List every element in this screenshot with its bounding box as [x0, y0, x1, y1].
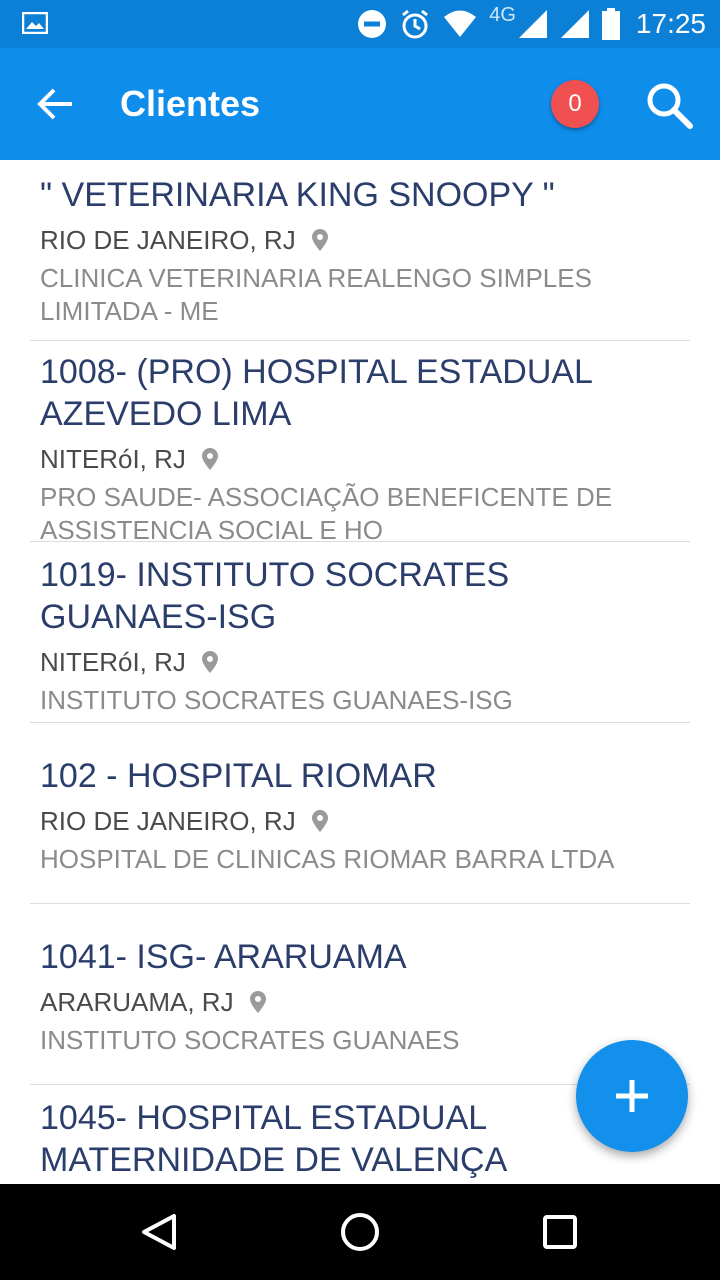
search-icon[interactable] — [644, 80, 696, 132]
client-item[interactable]: 1019- INSTITUTO SOCRATES GUANAES-ISG NIT… — [30, 542, 690, 723]
back-arrow-icon[interactable] — [36, 84, 76, 124]
client-name: " VETERINARIA KING SNOOPY " — [40, 176, 555, 214]
client-city: RIO DE JANEIRO, RJ — [40, 224, 296, 255]
map-pin-icon[interactable] — [311, 810, 328, 832]
signal-icon — [518, 10, 547, 38]
plus-icon — [616, 1080, 648, 1112]
clock: 17:25 — [635, 8, 706, 39]
client-name: 1019- INSTITUTO SOCRATES GUANAES-ISG — [40, 556, 510, 636]
signal-icon — [560, 10, 589, 38]
recents-square-icon[interactable] — [536, 1208, 584, 1256]
map-pin-icon[interactable] — [201, 448, 218, 470]
add-client-button[interactable] — [576, 1040, 688, 1152]
client-company: CLINICA VETERINARIA REALENGO SIMPLES LIM… — [40, 263, 592, 326]
status-bar: 4G 17:25 — [0, 0, 720, 48]
wifi-icon — [444, 10, 477, 37]
client-company: HOSPITAL DE CLINICAS RIOMAR BARRA LTDA — [40, 844, 615, 874]
image-icon — [22, 12, 48, 34]
network-type: 4G — [489, 3, 516, 26]
navigation-bar — [0, 1184, 720, 1280]
client-company: INSTITUTO SOCRATES GUANAES-ISG — [40, 685, 513, 715]
map-pin-icon[interactable] — [201, 651, 218, 673]
client-name: 102 - HOSPITAL RIOMAR — [40, 757, 437, 795]
client-item[interactable]: 1008- (PRO) HOSPITAL ESTADUAL AZEVEDO LI… — [30, 341, 690, 545]
page-title: Clientes — [120, 83, 261, 124]
client-company: PRO SAUDE- ASSOCIAÇÃO BENEFICENTE DE ASS… — [40, 482, 613, 545]
app-bar: Clientes 0 — [0, 48, 720, 160]
client-name: 1041- ISG- ARARUAMA — [40, 938, 407, 976]
notification-badge[interactable]: 0 — [551, 80, 599, 128]
client-item[interactable]: " VETERINARIA KING SNOOPY " RIO DE JANEI… — [30, 160, 690, 341]
client-list[interactable]: " VETERINARIA KING SNOOPY " RIO DE JANEI… — [0, 160, 720, 1184]
client-city: NITERóI, RJ — [40, 443, 186, 474]
do-not-disturb-icon — [358, 10, 387, 38]
back-triangle-icon[interactable] — [136, 1208, 184, 1256]
client-city: RIO DE JANEIRO, RJ — [40, 805, 296, 836]
client-item[interactable]: 102 - HOSPITAL RIOMAR RIO DE JANEIRO, RJ… — [30, 723, 690, 904]
client-city: NITERóI, RJ — [40, 646, 186, 677]
battery-icon — [601, 8, 620, 40]
map-pin-icon[interactable] — [311, 229, 328, 251]
client-city: ARARUAMA, RJ — [40, 986, 234, 1017]
map-pin-icon[interactable] — [249, 991, 266, 1013]
alarm-icon — [402, 9, 429, 39]
client-name: 1008- (PRO) HOSPITAL ESTADUAL AZEVEDO LI… — [40, 353, 592, 433]
home-circle-icon[interactable] — [336, 1208, 384, 1256]
